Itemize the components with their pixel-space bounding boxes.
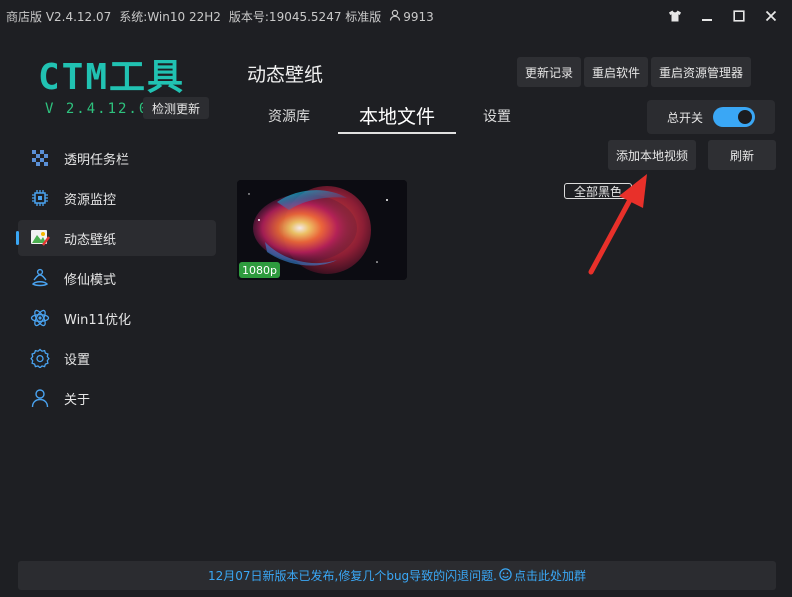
annotation-arrow-icon bbox=[588, 174, 647, 275]
restart-app-button[interactable]: 重启软件 bbox=[584, 57, 649, 87]
user-icon bbox=[389, 9, 401, 24]
tab-resource-library[interactable]: 资源库 bbox=[256, 98, 322, 134]
sidebar-item-label: 透明任务栏 bbox=[64, 152, 130, 168]
refresh-button[interactable]: 刷新 bbox=[708, 140, 776, 170]
user-count: 9913 bbox=[389, 9, 434, 24]
sidebar-item-label: 动态壁纸 bbox=[64, 232, 117, 248]
window-controls bbox=[664, 6, 782, 26]
chip-icon bbox=[30, 188, 50, 208]
user-count-value: 9913 bbox=[403, 9, 434, 24]
sidebar-item-about[interactable]: 关于 bbox=[18, 380, 216, 416]
page-title: 动态壁纸 bbox=[247, 64, 324, 86]
close-icon bbox=[765, 7, 777, 26]
maximize-icon bbox=[733, 7, 745, 26]
smiley-icon bbox=[499, 567, 512, 584]
check-update-button[interactable]: 检测更新 bbox=[143, 97, 209, 119]
sidebar-item-label: 关于 bbox=[64, 392, 91, 408]
wallpaper-icon bbox=[30, 228, 50, 248]
user-icon bbox=[30, 388, 50, 408]
title-bar: 商店版 V2.4.12.07 系统:Win10 22H2 版本号:19045.5… bbox=[0, 0, 792, 32]
restart-explorer-button[interactable]: 重启资源管理器 bbox=[651, 57, 752, 87]
meditation-icon bbox=[30, 268, 50, 288]
sidebar-item-settings[interactable]: 设置 bbox=[18, 340, 216, 376]
master-switch-toggle[interactable] bbox=[713, 107, 756, 127]
sidebar-item-label: 修仙模式 bbox=[64, 272, 117, 288]
header-actions: 更新记录 重启软件 重启资源管理器 bbox=[517, 57, 752, 87]
system-label: 系统:Win10 22H2 bbox=[119, 10, 221, 24]
master-switch-label: 总开关 bbox=[667, 110, 704, 125]
join-group-link[interactable]: 点击此处加群 bbox=[514, 567, 586, 584]
minimize-icon bbox=[701, 7, 713, 26]
sidebar-item-dynamic-wallpaper[interactable]: 动态壁纸 bbox=[16, 220, 216, 256]
maximize-button[interactable] bbox=[728, 6, 750, 26]
app-logo: CTM工具 bbox=[38, 57, 186, 98]
changelog-button[interactable]: 更新记录 bbox=[517, 57, 582, 87]
resolution-badge: 1080p bbox=[239, 262, 280, 278]
tshirt-icon bbox=[668, 7, 682, 26]
sidebar-item-label: Win11优化 bbox=[64, 312, 131, 328]
sidebar-item-cultivation-mode[interactable]: 修仙模式 bbox=[18, 260, 216, 296]
footer-notice-text: 12月07日新版本已发布,修复几个bug导致的闪退问题. bbox=[207, 569, 497, 583]
minimize-button[interactable] bbox=[696, 6, 718, 26]
close-button[interactable] bbox=[760, 6, 782, 26]
atom-icon bbox=[30, 308, 50, 328]
skin-button[interactable] bbox=[664, 6, 686, 26]
sidebar-item-label: 设置 bbox=[64, 352, 91, 368]
sidebar-item-resource-monitor[interactable]: 资源监控 bbox=[18, 180, 216, 216]
active-indicator bbox=[16, 231, 19, 245]
sidebar-item-win11-optimize[interactable]: Win11优化 bbox=[18, 300, 216, 336]
build-label: 版本号:19045.5247 标准版 bbox=[228, 10, 382, 24]
sidebar-item-transparent-taskbar[interactable]: 透明任务栏 bbox=[18, 140, 216, 176]
toggle-knob bbox=[738, 110, 753, 124]
edition-label: 商店版 V2.4.12.07 bbox=[6, 10, 112, 24]
gear-icon bbox=[30, 348, 50, 368]
wallpaper-thumbnail[interactable]: 1080p bbox=[237, 180, 407, 280]
system-info: 商店版 V2.4.12.07 系统:Win10 22H2 版本号:19045.5… bbox=[6, 8, 434, 25]
add-local-video-button[interactable]: 添加本地视频 bbox=[608, 140, 696, 170]
taskbar-icon bbox=[30, 148, 50, 168]
sidebar-item-label: 资源监控 bbox=[64, 192, 117, 208]
footer-notice[interactable]: 12月07日新版本已发布,修复几个bug导致的闪退问题. 点击此处加群 bbox=[18, 561, 776, 590]
tab-settings[interactable]: 设置 bbox=[476, 98, 518, 134]
master-switch: 总开关 bbox=[647, 100, 775, 134]
tab-local-files[interactable]: 本地文件 bbox=[338, 98, 456, 134]
sidebar: 透明任务栏 资源监控 动态壁纸 修仙模式 Win11优化 设置 关于 bbox=[16, 140, 216, 420]
